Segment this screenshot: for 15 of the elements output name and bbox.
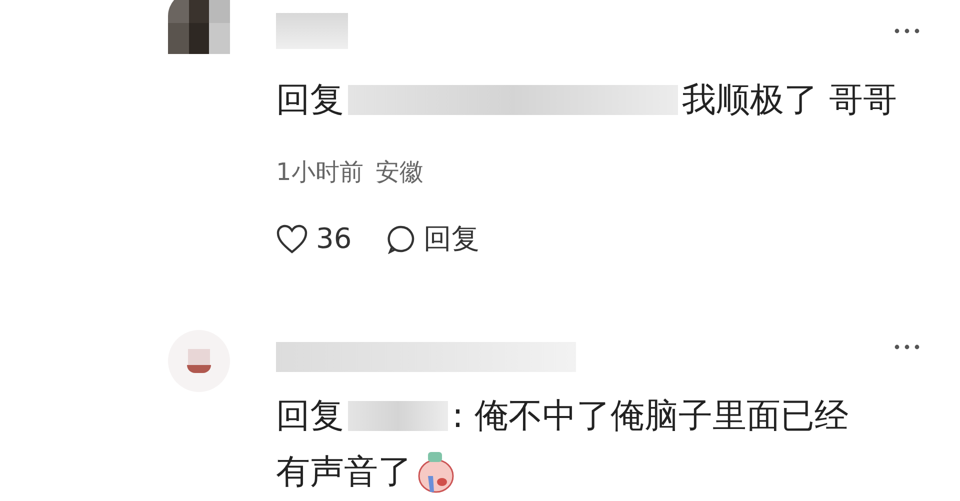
reply-label: 回复 (276, 79, 344, 122)
location: 安徽 (375, 157, 424, 188)
more-icon[interactable] (894, 344, 920, 350)
comment-text: 有声音了 (276, 451, 412, 494)
reply-button[interactable]: 回复 (386, 218, 480, 260)
avatar (168, 0, 230, 54)
comment-icon (386, 224, 416, 254)
blurred-name (276, 13, 348, 49)
more-icon[interactable] (894, 28, 920, 34)
heart-icon (276, 224, 308, 254)
timestamp: 1小时前 (276, 157, 364, 188)
comment-text: : 俺不中了俺脑子里面已经 (452, 395, 848, 438)
like-button[interactable]: 36 (276, 218, 352, 260)
reply-label: 回复 (276, 395, 344, 438)
comment-text: 我顺极了 哥哥 (682, 79, 897, 122)
